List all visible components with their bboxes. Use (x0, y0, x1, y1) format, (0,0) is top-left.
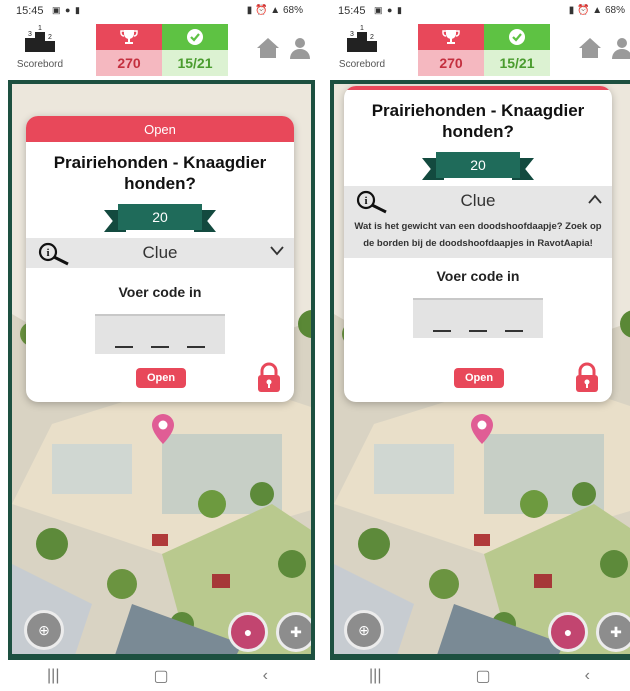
svg-text:i: i (46, 247, 49, 259)
svg-text:1: 1 (360, 25, 364, 32)
score-value: 270 (96, 50, 162, 76)
recent-apps-icon[interactable]: ||| (47, 667, 59, 685)
podium-icon: 1 3 2 (25, 25, 55, 52)
status-time: 15:45 (16, 5, 44, 17)
battery-level: 68% (282, 5, 303, 16)
magnifier-icon: i (356, 190, 387, 214)
scoreboard-label: Scorebord (338, 59, 386, 70)
phone-screen-clue-collapsed: 15:45 ▣ ● ▮ ▮ ⏰ ▲ 68% 1 3 2 Scorebord 27… (0, 0, 315, 691)
scoreboard-button[interactable]: 1 3 2 Scorebord (332, 24, 392, 70)
code-label: Voer code in (436, 268, 520, 284)
location-button[interactable]: ● (548, 612, 588, 652)
progress-panel: 15/21 (162, 24, 228, 76)
scoreboard-label: Scorebord (16, 59, 64, 70)
user-icon[interactable] (610, 36, 630, 60)
question-popup: Prairiehonden - Knaagdier honden? 20 i C… (344, 86, 612, 402)
question-popup: Open Prairiehonden - Knaagdier honden? 2… (26, 116, 294, 402)
battery-level: 68% (604, 5, 625, 16)
score-panel: 270 (418, 24, 484, 76)
svg-text:3: 3 (350, 31, 354, 38)
top-bar: 1 3 2 Scorebord 270 15/21 (322, 22, 630, 78)
svg-text:2: 2 (48, 34, 52, 41)
clue-toggle[interactable]: i Clue (344, 186, 612, 216)
svg-text:3: 3 (28, 31, 32, 38)
checkmark-icon (162, 24, 228, 50)
map-zoom-button[interactable]: ⊕ (344, 610, 384, 650)
svg-text:i: i (364, 195, 367, 207)
code-label: Voer code in (118, 284, 202, 300)
back-icon[interactable]: ‹ (263, 667, 268, 685)
home-nav-icon[interactable]: ▢ (475, 666, 490, 686)
clue-toggle[interactable]: i Clue (26, 238, 294, 268)
map-zoom-button[interactable]: ⊕ (24, 610, 64, 650)
android-nav-bar: ||| ▢ ‹ (0, 661, 315, 691)
code-input[interactable] (413, 298, 543, 338)
map-pin-icon[interactable] (470, 414, 494, 444)
code-input[interactable] (95, 314, 225, 354)
back-icon[interactable]: ‹ (585, 667, 590, 685)
home-nav-icon[interactable]: ▢ (153, 666, 168, 686)
progress-value: 15/21 (484, 50, 550, 76)
magnifier-icon: i (38, 242, 69, 266)
trophy-icon (418, 24, 484, 50)
top-bar: 1 3 2 Scorebord 270 15/21 (0, 22, 315, 78)
game-controller-icon[interactable]: ✚ (596, 612, 630, 652)
system-icons: ▮ ⏰ ▲ 68% (246, 5, 303, 16)
question-title: Prairiehonden - Knaagdier honden? (53, 153, 267, 193)
location-button[interactable]: ● (228, 612, 268, 652)
points-value: 20 (436, 152, 520, 178)
clue-label: Clue (460, 191, 496, 210)
question-title: Prairiehonden - Knaagdier honden? (371, 101, 585, 141)
notification-icons: ▣ ● ▮ (374, 5, 403, 15)
clue-text: Wat is het gewicht van een doodshoofdaap… (344, 216, 612, 258)
svg-text:1: 1 (38, 25, 42, 32)
chevron-up-icon (588, 194, 602, 204)
points-ribbon: 20 (422, 152, 534, 182)
open-button[interactable]: Open (454, 368, 504, 388)
phone-screen-clue-expanded: 15:45 ▣ ● ▮ ▮ ⏰ ▲ 68% 1 3 2 Scorebord 27… (322, 0, 630, 691)
game-controller-icon[interactable]: ✚ (276, 612, 311, 652)
lock-icon (258, 362, 280, 392)
recent-apps-icon[interactable]: ||| (369, 667, 381, 685)
lock-icon (576, 362, 598, 392)
android-nav-bar: ||| ▢ ‹ (322, 661, 630, 691)
home-icon[interactable] (256, 36, 280, 60)
status-bar: 15:45 ▣ ● ▮ ▮ ⏰ ▲ 68% (0, 0, 315, 22)
points-ribbon: 20 (104, 204, 216, 234)
user-icon[interactable] (288, 36, 312, 60)
score-value: 270 (418, 50, 484, 76)
podium-icon: 1 3 2 (347, 25, 377, 52)
system-icons: ▮ ⏰ ▲ 68% (568, 5, 625, 16)
clue-label: Clue (142, 243, 178, 262)
notification-icons: ▣ ● ▮ (52, 5, 81, 15)
map-pin-icon[interactable] (151, 414, 175, 444)
popup-status-header (344, 86, 612, 90)
home-icon[interactable] (578, 36, 602, 60)
svg-text:2: 2 (370, 34, 374, 41)
score-panel: 270 (96, 24, 162, 76)
chevron-down-icon (270, 246, 284, 256)
status-time: 15:45 (338, 5, 366, 17)
progress-value: 15/21 (162, 50, 228, 76)
popup-status-header: Open (26, 116, 294, 142)
open-button[interactable]: Open (136, 368, 186, 388)
trophy-icon (96, 24, 162, 50)
points-value: 20 (118, 204, 202, 230)
checkmark-icon (484, 24, 550, 50)
progress-panel: 15/21 (484, 24, 550, 76)
scoreboard-button[interactable]: 1 3 2 Scorebord (10, 24, 70, 70)
status-bar: 15:45 ▣ ● ▮ ▮ ⏰ ▲ 68% (322, 0, 630, 22)
